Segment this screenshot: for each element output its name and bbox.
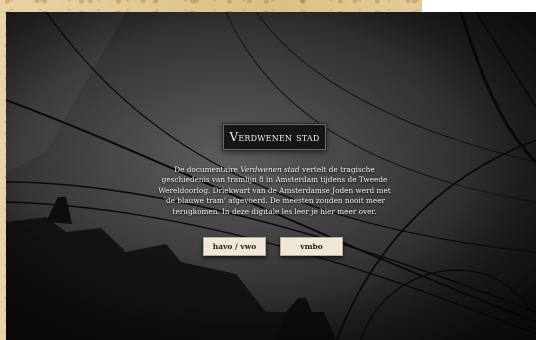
vmbo-button[interactable]: vmbo	[280, 237, 343, 256]
intro-text: De documentaire Verdwenen stad vertelt d…	[152, 165, 397, 217]
page-title: Verdwenen stad	[229, 130, 320, 144]
hero-stage: Verdwenen stad De documentaire Verdwenen…	[6, 12, 536, 340]
page-title-box: Verdwenen stad	[223, 124, 326, 150]
intro-text-start: De documentaire	[174, 165, 241, 174]
intro-film-title: Verdwenen stad	[240, 165, 300, 174]
havo-vwo-button[interactable]: havo / vwo	[203, 237, 266, 256]
